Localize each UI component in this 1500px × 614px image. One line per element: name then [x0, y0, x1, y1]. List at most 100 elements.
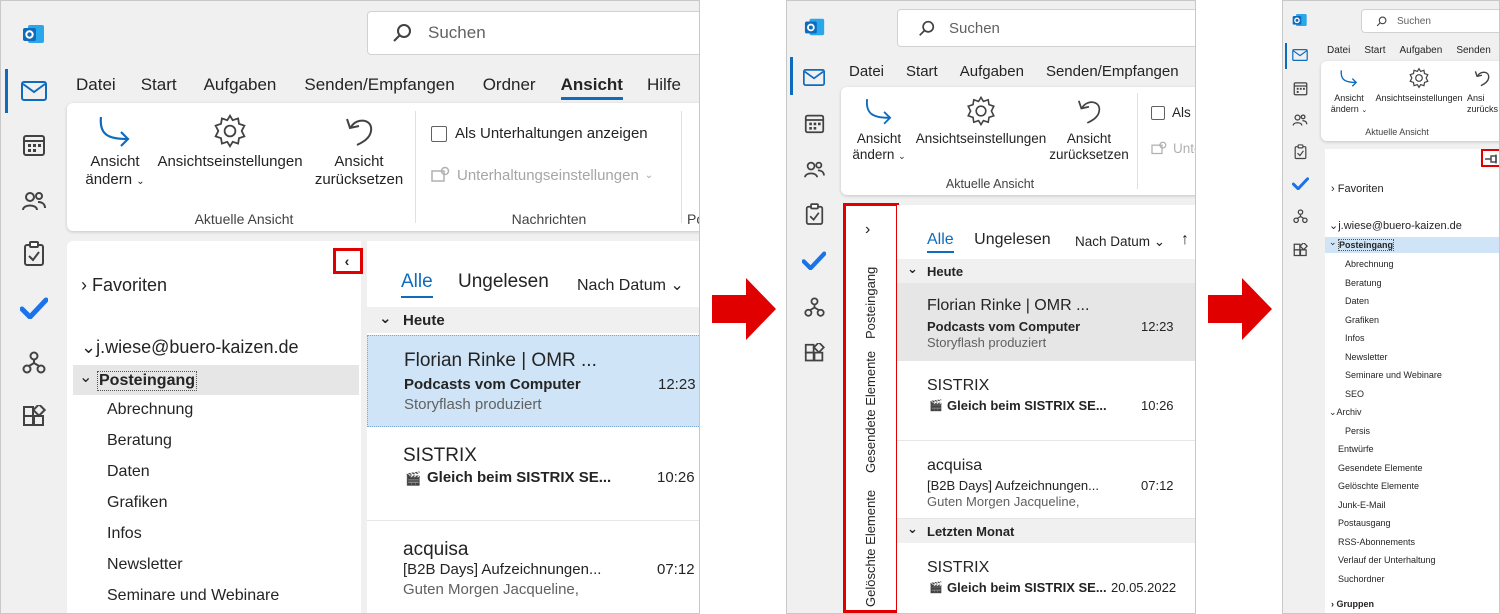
menu-ordner[interactable]: Ordner	[483, 75, 536, 100]
mail-item[interactable]: acquisa [B2B Days] Aufzeichnungen... 07:…	[367, 521, 699, 613]
ansicht-aendern-button[interactable]: Ansicht ändern ⌄	[81, 113, 149, 189]
favoriten-node[interactable]: › Favoriten	[81, 275, 167, 296]
account-node[interactable]: ⌄j.wiese@buero-kaizen.de	[81, 337, 298, 358]
sort-dropdown[interactable]: Nach Datum ⌄	[577, 275, 684, 295]
folder-item[interactable]: Infos	[1345, 333, 1365, 343]
folder-item[interactable]: Daten	[1345, 296, 1369, 306]
ansicht-aendern-button[interactable]: Ansicht ändern ⌄	[847, 95, 911, 163]
menu-senden-empfangen[interactable]: Senden/Empfangen	[304, 75, 454, 100]
folder-posteingang[interactable]: ⌄ Posteingang	[1325, 237, 1499, 253]
folder-item[interactable]: Postausgang	[1338, 518, 1391, 528]
account-node[interactable]: ⌄j.wiese@buero-kaizen.de	[1329, 219, 1462, 232]
tab-ungelesen[interactable]: Ungelesen	[458, 271, 549, 292]
tab-alle[interactable]: Alle	[401, 271, 433, 298]
todo-check-icon[interactable]	[801, 249, 827, 271]
search-box[interactable]: Suchen	[897, 9, 1195, 47]
als-unterhaltungen-checkbox[interactable]: Als Unterhaltungen anzeigen	[431, 125, 648, 142]
folder-item[interactable]: Abrechnung	[1345, 259, 1394, 269]
favoriten-node[interactable]: › Favoriten	[1331, 183, 1384, 195]
tasks-icon[interactable]	[19, 239, 49, 269]
folder-item[interactable]: Gesendete Elemente	[1338, 463, 1423, 473]
unterhaltungseinstellungen-button[interactable]: Unte	[1151, 141, 1195, 156]
calendar-icon[interactable]	[1291, 79, 1309, 97]
calendar-icon[interactable]	[19, 131, 49, 159]
mail-icon[interactable]	[1291, 47, 1309, 63]
org-chart-icon[interactable]	[801, 295, 827, 319]
folder-item[interactable]: Infos	[107, 525, 142, 543]
folder-item[interactable]: Beratung	[107, 432, 172, 450]
gruppen-node[interactable]: › Gruppen	[1331, 599, 1374, 609]
ansicht-zuruecksetzen-button[interactable]: Ansicht zurücksetzen	[311, 113, 407, 189]
folder-item[interactable]: Newsletter	[107, 556, 183, 574]
tab-ungelesen[interactable]: Ungelesen	[974, 231, 1051, 248]
org-chart-icon[interactable]	[19, 349, 49, 377]
mail-item-selected[interactable]: Florian Rinke | OMR ... Podcasts vom Com…	[367, 335, 699, 427]
todo-check-icon[interactable]	[1291, 175, 1309, 191]
folder-item[interactable]: Suchordner	[1338, 574, 1385, 584]
folder-posteingang[interactable]: ⌄ Posteingang	[73, 365, 359, 395]
menu-aufgaben[interactable]: Aufgaben	[204, 75, 277, 100]
folder-item[interactable]: Abrechnung	[107, 401, 193, 419]
ansichtseinstellungen-button[interactable]: Ansichtseinstellungen	[915, 95, 1047, 147]
folder-item[interactable]: Grafiken	[107, 494, 167, 512]
mail-item[interactable]: acquisa [B2B Days] Aufzeichnungen... 07:…	[897, 441, 1195, 519]
tasks-icon[interactable]	[1291, 143, 1309, 161]
folder-item[interactable]: RSS-Abonnements	[1338, 537, 1415, 547]
calendar-icon[interactable]	[801, 111, 827, 135]
sort-dropdown[interactable]: Nach Datum ⌄	[1075, 234, 1165, 250]
arrow-right-icon	[712, 278, 776, 345]
people-icon[interactable]	[19, 187, 49, 215]
menu-datei[interactable]: Datei	[76, 75, 116, 100]
folder-item[interactable]: Beratung	[1345, 278, 1382, 288]
folder-item[interactable]: Gelöschte Elemente	[1338, 481, 1419, 491]
apps-icon[interactable]	[19, 403, 49, 431]
folder-item[interactable]: Daten	[107, 463, 150, 481]
apps-icon[interactable]	[1291, 241, 1309, 259]
menu-start[interactable]: Start	[1364, 45, 1385, 56]
menu-senden[interactable]: Senden	[1456, 45, 1490, 56]
ansichtseinstellungen-button[interactable]: Ansichtseinstellungen	[1373, 67, 1465, 104]
folder-item[interactable]: Newsletter	[1345, 352, 1388, 362]
folder-item[interactable]: Junk-E-Mail	[1338, 500, 1386, 510]
folder-item[interactable]: Persis	[1345, 426, 1370, 436]
folder-item[interactable]: Entwürfe	[1338, 444, 1374, 454]
sort-direction-arrow-icon[interactable]: ↑	[1181, 231, 1189, 249]
ansichtseinstellungen-button[interactable]: Ansichtseinstellungen	[155, 113, 305, 171]
ansicht-aendern-button[interactable]: Ansicht ändern ⌄	[1329, 67, 1369, 115]
menu-aufgaben[interactable]: Aufgaben	[1399, 45, 1442, 56]
todo-check-icon[interactable]	[19, 295, 49, 321]
apps-icon[interactable]	[801, 341, 827, 365]
mail-item[interactable]: SISTRIX 🎬 Gleich beim SISTRIX SE... 10:2…	[367, 427, 699, 521]
people-icon[interactable]	[1291, 111, 1309, 129]
menu-senden-empfangen[interactable]: Senden/Empfangen	[1046, 63, 1179, 80]
mail-icon[interactable]	[19, 77, 49, 105]
people-icon[interactable]	[801, 157, 827, 181]
tasks-icon[interactable]	[801, 201, 827, 227]
menu-start[interactable]: Start	[906, 63, 938, 80]
menu-datei[interactable]: Datei	[1327, 45, 1350, 56]
menu-datei[interactable]: Datei	[849, 63, 884, 80]
folder-item[interactable]: SEO	[1345, 389, 1364, 399]
mail-item[interactable]: SISTRIX 🎬 Gleich beim SISTRIX SE... 20.0…	[897, 543, 1195, 613]
search-box[interactable]: Suchen	[367, 11, 699, 55]
mail-icon[interactable]	[801, 65, 827, 89]
menu-hilfe[interactable]: Hilfe	[647, 75, 681, 100]
mail-item-selected[interactable]: Florian Rinke | OMR ... Podcasts vom Com…	[897, 283, 1195, 361]
als-unterhaltungen-checkbox[interactable]: Als U	[1151, 105, 1195, 120]
mail-item[interactable]: SISTRIX 🎬 Gleich beim SISTRIX SE... 10:2…	[897, 361, 1195, 441]
folder-item[interactable]: Grafiken	[1345, 315, 1379, 325]
folder-archiv[interactable]: ⌄Archiv	[1329, 407, 1362, 418]
org-chart-icon[interactable]	[1291, 207, 1309, 225]
folder-item[interactable]: Seminare und Webinare	[1345, 370, 1442, 380]
ansicht-zuruecksetzen-button[interactable]: Ansi zurücks	[1467, 67, 1499, 115]
menu-ansicht[interactable]: Ansicht	[560, 75, 623, 100]
chevron-down-icon: ⌄	[136, 176, 145, 187]
ansicht-zuruecksetzen-button[interactable]: Ansicht zurücksetzen	[1047, 95, 1131, 163]
menu-start[interactable]: Start	[141, 75, 177, 100]
folder-item[interactable]: Seminare und Webinare	[107, 587, 279, 605]
search-box[interactable]: Suchen	[1361, 9, 1499, 33]
unterhaltungseinstellungen-button[interactable]: Unterhaltungseinstellungen ⌄	[431, 166, 653, 184]
folder-item[interactable]: Verlauf der Unterhaltung	[1338, 555, 1436, 565]
menu-aufgaben[interactable]: Aufgaben	[960, 63, 1024, 80]
tab-alle[interactable]: Alle	[927, 231, 954, 253]
